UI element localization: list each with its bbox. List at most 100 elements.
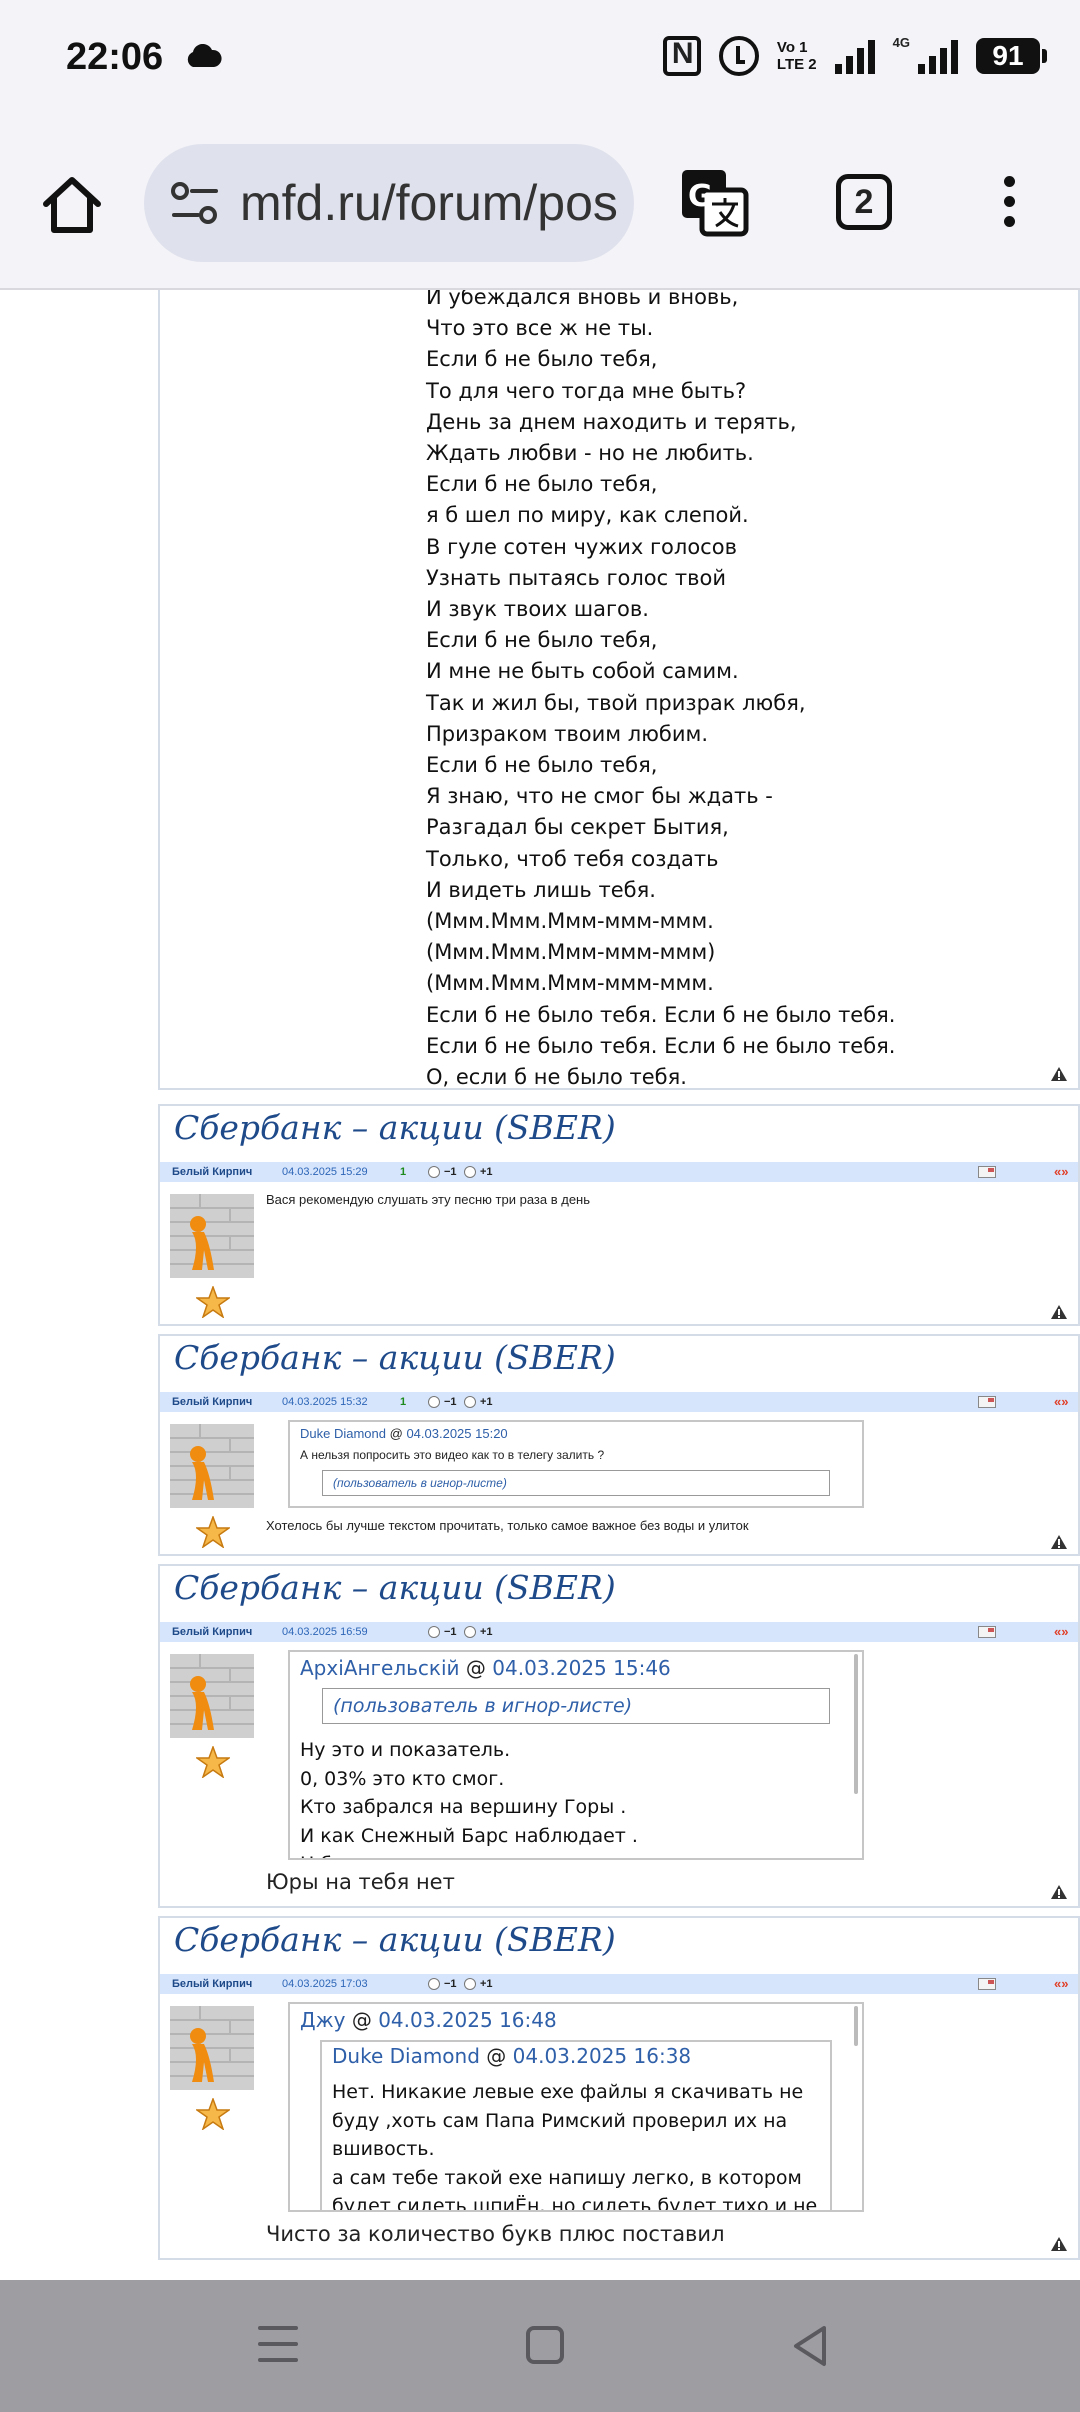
quote-at: @ <box>351 2008 372 2032</box>
post-date-link[interactable]: 04.03.2025 15:29 <box>282 1162 368 1182</box>
post-meta-bar: Белый Кирпич 04.03.2025 16:59 −1 +1 «» <box>160 1622 1078 1642</box>
status-icons: Vo 1 LTE 2 4G 91 <box>662 35 1047 76</box>
vote-plus-radio[interactable] <box>464 1626 476 1638</box>
poem-line: И звук твоих шагов. <box>426 597 649 622</box>
forum-content: И убеждался вновь и вновь, Что это все ж… <box>0 290 1080 2280</box>
quote-at: @ <box>465 1656 486 1680</box>
more-menu-icon[interactable] <box>996 176 1022 238</box>
poem-line: Узнать пытаясь голос твой <box>426 565 726 590</box>
vote-minus-radio[interactable] <box>428 1626 440 1638</box>
site-settings-icon[interactable] <box>170 180 220 226</box>
post-author-link[interactable]: Белый Кирпич <box>172 1622 252 1642</box>
vote-minus-radio[interactable] <box>428 1396 440 1408</box>
quote-header: Джу @ 04.03.2025 16:48 <box>300 2008 557 2032</box>
quote-text: А нельзя попросить это видео как то в те… <box>300 1448 605 1462</box>
post-date-link[interactable]: 04.03.2025 15:32 <box>282 1392 368 1412</box>
quote-reply-link[interactable]: «» <box>1054 1974 1068 1994</box>
vote-minus-label: −1 <box>444 1396 457 1408</box>
vote-minus-label: −1 <box>444 1166 457 1178</box>
topic-title-link[interactable]: Сбербанк – акции (SBER) <box>174 1568 616 1607</box>
home-button-icon[interactable] <box>526 2326 564 2364</box>
report-warning-icon[interactable] <box>1050 2236 1068 2252</box>
quote-date-link[interactable]: 04.03.2025 15:20 <box>406 1426 507 1441</box>
avatar[interactable] <box>170 1654 254 1738</box>
back-icon[interactable] <box>790 2324 830 2368</box>
quote-header: АрхiАнгельскiй @ 04.03.2025 15:46 <box>300 1656 671 1680</box>
nested-quote-header: Duke Diamond @ 04.03.2025 16:38 <box>332 2044 691 2068</box>
quote-line: Ну это и показатель. <box>300 1739 511 1761</box>
browser-toolbar: mfd.ru/forum/pos G 2 <box>0 122 1080 290</box>
message-icon[interactable] <box>978 1978 996 1990</box>
report-warning-icon[interactable] <box>1050 1884 1068 1900</box>
post-date-link[interactable]: 04.03.2025 16:59 <box>282 1622 368 1642</box>
ignore-prefix: (пользователь в <box>333 1695 502 1717</box>
post-author-link[interactable]: Белый Кирпич <box>172 1392 252 1412</box>
post-meta-bar: Белый Кирпич 04.03.2025 15:32 1 −1 +1 «» <box>160 1392 1078 1412</box>
poem-line: И видеть лишь тебя. <box>426 877 656 902</box>
poem-line: я б шел по миру, как слепой. <box>426 503 749 528</box>
recent-apps-icon[interactable] <box>258 2326 298 2366</box>
quote-line: И как Снежный Барс наблюдает . <box>300 1824 638 1847</box>
quote-reply-link[interactable]: «» <box>1054 1392 1068 1412</box>
quote-line: будет сидеть шпиЁн. но сидеть будет тихо… <box>332 2195 818 2212</box>
ignore-suffix: ) <box>502 1476 507 1490</box>
quote-author-link[interactable]: Джу <box>300 2008 345 2032</box>
topic-title-link[interactable]: Сбербанк – акции (SBER) <box>174 1338 616 1377</box>
ignore-list-link[interactable]: игнор-листе <box>430 1476 503 1490</box>
ignore-list-link[interactable]: игнор-листе <box>502 1695 625 1717</box>
poem-line: Если б не было тебя, <box>426 753 658 778</box>
message-icon[interactable] <box>978 1626 996 1638</box>
post-meta-bar: Белый Кирпич 04.03.2025 17:03 −1 +1 «» <box>160 1974 1078 1994</box>
quote-reply-link[interactable]: «» <box>1054 1162 1068 1182</box>
vote-plus-label: +1 <box>480 1396 493 1408</box>
quote-scrollbar[interactable] <box>854 2006 858 2046</box>
volte-indicator: Vo 1 LTE 2 <box>777 39 817 73</box>
nested-quote-author-link[interactable]: Duke Diamond <box>332 2044 480 2068</box>
avatar[interactable] <box>170 1424 254 1508</box>
forum-post: Сбербанк – акции (SBER) Белый Кирпич 04.… <box>158 1334 1080 1556</box>
topic-title-link[interactable]: Сбербанк – акции (SBER) <box>174 1108 616 1147</box>
status-bar: 22:06 Vo 1 LTE 2 4G 91 <box>0 0 1080 122</box>
report-warning-icon[interactable] <box>1050 1534 1068 1550</box>
message-icon[interactable] <box>978 1396 996 1408</box>
vote-plus-label: +1 <box>480 1978 493 1990</box>
forum-post-poem: И убеждался вновь и вновь, Что это все ж… <box>158 290 1080 1090</box>
quote-line: Н б <box>300 1850 638 1858</box>
quote-date-link[interactable]: 04.03.2025 15:46 <box>492 1656 671 1680</box>
battery-indicator: 91 <box>976 38 1047 74</box>
post-author-link[interactable]: Белый Кирпич <box>172 1974 252 1994</box>
rank-star-icon <box>196 2098 230 2130</box>
avatar[interactable] <box>170 2006 254 2090</box>
post-text: Чисто за количество букв плюс поставил <box>266 2222 725 2246</box>
report-warning-icon[interactable] <box>1050 1066 1068 1082</box>
vote-minus-radio[interactable] <box>428 1978 440 1990</box>
quote-header: Duke Diamond @ 04.03.2025 15:20 <box>300 1426 508 1441</box>
quote-block: АрхiАнгельскiй @ 04.03.2025 15:46 (польз… <box>288 1650 864 1860</box>
poem-line: Если б не было тебя, <box>426 628 658 653</box>
post-date-link[interactable]: 04.03.2025 17:03 <box>282 1974 368 1994</box>
quote-reply-link[interactable]: «» <box>1054 1622 1068 1642</box>
poem-line: Разгадал бы секрет Бытия, <box>426 815 729 840</box>
vote-plus-radio[interactable] <box>464 1166 476 1178</box>
post-rating: 1 <box>400 1166 407 1178</box>
vote-plus-radio[interactable] <box>464 1396 476 1408</box>
message-icon[interactable] <box>978 1166 996 1178</box>
translate-icon[interactable]: G <box>680 168 750 238</box>
poem-text: И убеждался вновь и вновь, Что это все ж… <box>426 290 895 1093</box>
nested-quote-date-link[interactable]: 04.03.2025 16:38 <box>513 2044 692 2068</box>
report-warning-icon[interactable] <box>1050 1304 1068 1320</box>
address-bar[interactable]: mfd.ru/forum/pos <box>144 144 634 262</box>
vote-plus-radio[interactable] <box>464 1978 476 1990</box>
quote-line: 0, 03% это кто смог. <box>300 1767 505 1790</box>
quote-author-link[interactable]: АрхiАнгельскiй <box>300 1656 460 1680</box>
home-icon[interactable] <box>38 172 106 240</box>
post-author-link[interactable]: Белый Кирпич <box>172 1162 252 1182</box>
quote-author-link[interactable]: Duke Diamond <box>300 1426 386 1441</box>
poem-line: В гуле сотен чужих голосов <box>426 534 737 559</box>
avatar[interactable] <box>170 1194 254 1278</box>
topic-title-link[interactable]: Сбербанк – акции (SBER) <box>174 1920 616 1959</box>
vote-minus-radio[interactable] <box>428 1166 440 1178</box>
tab-switcher-button[interactable]: 2 <box>836 174 892 230</box>
quote-scrollbar[interactable] <box>854 1654 858 1794</box>
quote-date-link[interactable]: 04.03.2025 16:48 <box>378 2008 557 2032</box>
